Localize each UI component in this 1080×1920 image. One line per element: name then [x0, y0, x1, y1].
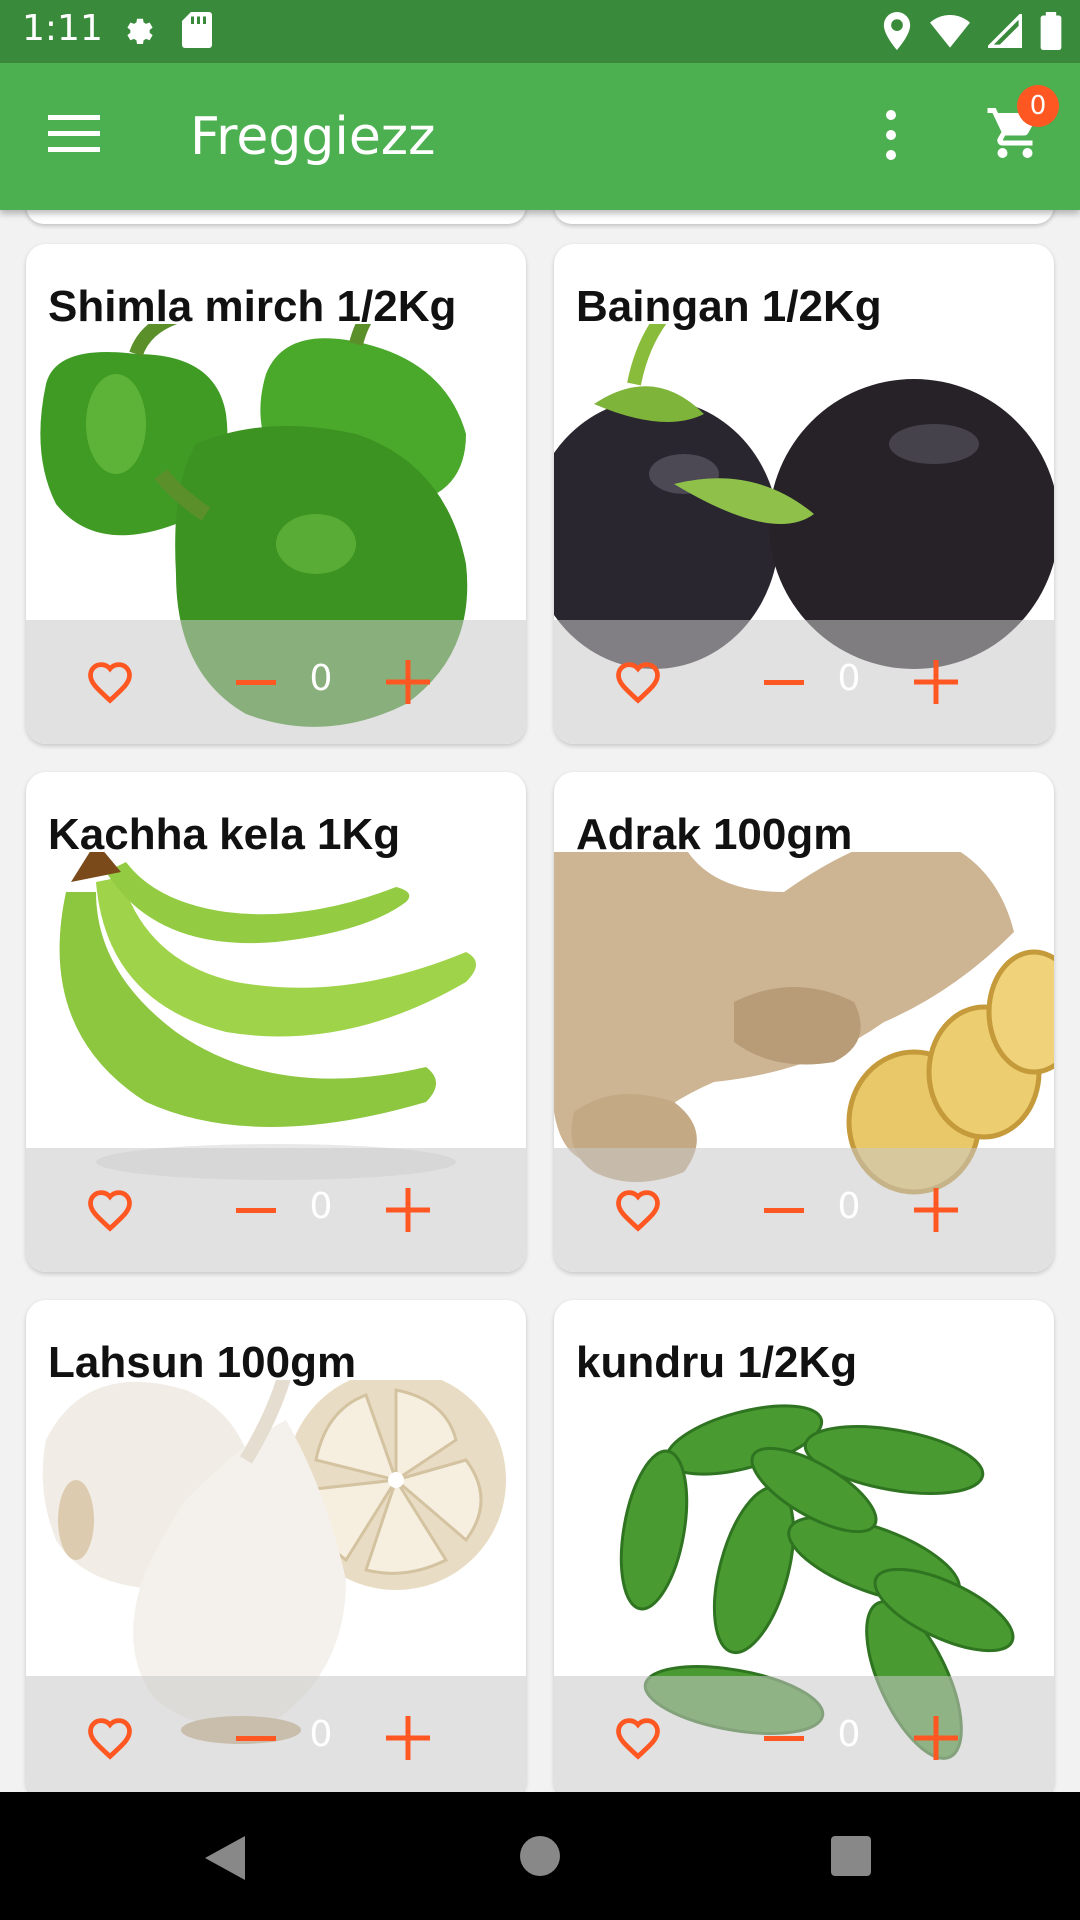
- increase-quantity-icon[interactable]: [386, 1716, 430, 1760]
- quantity-value: 0: [837, 1714, 861, 1755]
- menu-icon[interactable]: [48, 113, 100, 155]
- status-bar: 1:11: [0, 0, 1080, 63]
- product-card[interactable]: Baingan 1/2Kg 0: [554, 244, 1054, 744]
- product-name: Shimla mirch 1/2Kg: [48, 282, 457, 331]
- app-title: Freggiezz: [190, 107, 436, 167]
- product-card[interactable]: Lahsun 100gm 0: [26, 1300, 526, 1792]
- back-icon[interactable]: [205, 1836, 245, 1880]
- heart-icon[interactable]: [610, 656, 666, 708]
- quantity-value: 0: [309, 1714, 333, 1755]
- heart-icon[interactable]: [610, 1184, 666, 1236]
- card-actions: 0: [26, 1676, 526, 1792]
- card-actions: 0: [554, 1676, 1054, 1792]
- quantity-value: 0: [837, 658, 861, 699]
- sd-card-icon: [182, 12, 212, 48]
- decrease-quantity-icon[interactable]: [764, 668, 804, 698]
- location-icon: [883, 12, 911, 50]
- card-actions: 0: [554, 1148, 1054, 1272]
- product-card[interactable]: kundru 1/2Kg 0: [554, 1300, 1054, 1792]
- product-name: Lahsun 100gm: [48, 1338, 357, 1387]
- decrease-quantity-icon[interactable]: [236, 1724, 276, 1754]
- product-card[interactable]: Shimla mirch 1/2Kg 0: [26, 244, 526, 744]
- recent-apps-icon[interactable]: [831, 1836, 871, 1876]
- app-bar: Freggiezz 0: [0, 63, 1080, 210]
- wifi-icon: [930, 15, 970, 48]
- product-name: Adrak 100gm: [576, 810, 853, 859]
- heart-icon[interactable]: [82, 656, 138, 708]
- signal-icon: [988, 14, 1022, 48]
- home-icon[interactable]: [520, 1836, 560, 1876]
- battery-icon: [1040, 12, 1062, 50]
- settings-icon: [127, 18, 153, 44]
- product-grid: Shimla mirch 1/2Kg 0 Baingan 1/2Kg 0 Kac…: [0, 210, 1080, 1792]
- decrease-quantity-icon[interactable]: [764, 1724, 804, 1754]
- heart-icon[interactable]: [82, 1712, 138, 1764]
- product-card[interactable]: Kachha kela 1Kg 0: [26, 772, 526, 1272]
- card-actions: 0: [26, 1148, 526, 1272]
- system-navigation-bar: [0, 1792, 1080, 1920]
- status-time: 1:11: [22, 8, 103, 49]
- product-name: Kachha kela 1Kg: [48, 810, 401, 859]
- product-name: kundru 1/2Kg: [576, 1338, 858, 1387]
- decrease-quantity-icon[interactable]: [236, 1196, 276, 1226]
- card-actions: 0: [26, 620, 526, 744]
- more-options-icon[interactable]: [876, 107, 906, 163]
- heart-icon[interactable]: [610, 1712, 666, 1764]
- increase-quantity-icon[interactable]: [914, 1716, 958, 1760]
- heart-icon[interactable]: [82, 1184, 138, 1236]
- card-actions: 0: [554, 620, 1054, 744]
- product-card[interactable]: Adrak 100gm 0: [554, 772, 1054, 1272]
- quantity-value: 0: [309, 658, 333, 699]
- decrease-quantity-icon[interactable]: [236, 668, 276, 698]
- cart-count-badge: 0: [1017, 85, 1059, 127]
- increase-quantity-icon[interactable]: [386, 660, 430, 704]
- increase-quantity-icon[interactable]: [914, 660, 958, 704]
- partial-card: [26, 210, 526, 224]
- quantity-value: 0: [309, 1186, 333, 1227]
- partial-card: [554, 210, 1054, 224]
- product-name: Baingan 1/2Kg: [576, 282, 882, 331]
- increase-quantity-icon[interactable]: [386, 1188, 430, 1232]
- quantity-value: 0: [837, 1186, 861, 1227]
- decrease-quantity-icon[interactable]: [764, 1196, 804, 1226]
- increase-quantity-icon[interactable]: [914, 1188, 958, 1232]
